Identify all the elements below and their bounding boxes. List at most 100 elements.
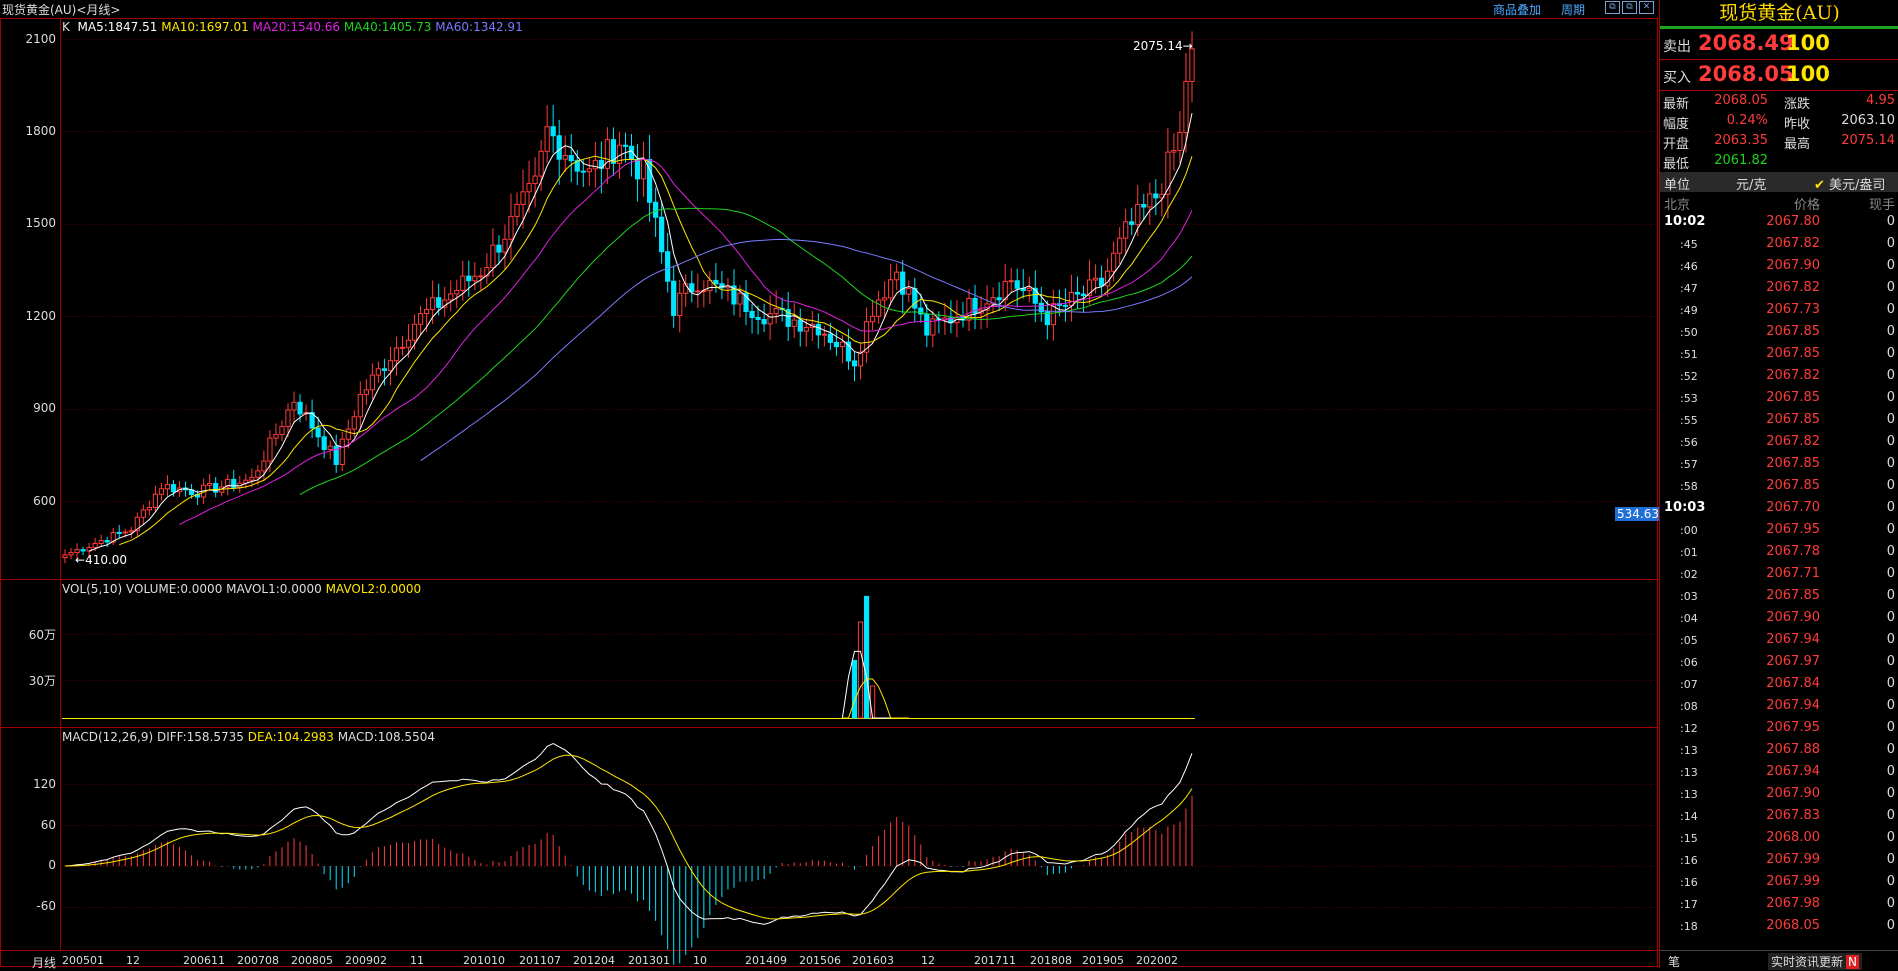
ma-lines-layer xyxy=(88,112,1193,552)
tick-volume: 0 xyxy=(1886,324,1895,339)
tick-time: :02 xyxy=(1680,568,1698,581)
news-update-button[interactable]: 实时资讯更新 N xyxy=(1768,953,1862,970)
candle-body xyxy=(1074,291,1081,295)
tick-time: :15 xyxy=(1680,832,1698,845)
candle-body xyxy=(707,279,713,292)
y-tick-600: 600 xyxy=(33,494,56,508)
candle-body xyxy=(351,416,357,430)
x-axis-label: 201711 xyxy=(974,954,1016,967)
stat-label-open: 开盘 xyxy=(1663,137,1690,152)
candle-body xyxy=(1080,293,1087,297)
tick-volume: 0 xyxy=(1886,720,1895,735)
tick-price: 2067.85 xyxy=(1766,588,1820,603)
tick-volume: 0 xyxy=(1886,896,1895,911)
macd-layer xyxy=(64,742,1193,965)
macd-title: MACD(12,26,9) xyxy=(62,730,154,744)
candle-body xyxy=(327,445,333,450)
tick-price: 2067.85 xyxy=(1766,390,1820,405)
candle-body xyxy=(1098,277,1105,287)
x-axis-label: 201506 xyxy=(799,954,841,967)
vol-value: VOLUME:0.0000 xyxy=(126,582,223,596)
tick-price: 2068.05 xyxy=(1766,918,1820,933)
candle-body xyxy=(1177,132,1183,151)
tick-price: 2067.71 xyxy=(1766,566,1820,581)
quote-side-panel: 现货黄金(AU) 卖出 2068.49 100 买入 2068.05 100 最… xyxy=(1659,0,1898,970)
tick-price: 2067.95 xyxy=(1766,720,1820,735)
sell-row: 卖出 2068.49 100 xyxy=(1660,30,1898,58)
tick-time: :50 xyxy=(1680,326,1698,339)
candle-body xyxy=(815,323,821,336)
currency-option[interactable]: ✔ 美元/盎司 xyxy=(1814,174,1885,193)
stat-value-open: 2063.35 xyxy=(1714,133,1768,148)
candle-body xyxy=(285,409,291,427)
chart-canvas[interactable] xyxy=(0,0,1659,968)
x-axis-label: 201409 xyxy=(745,954,787,967)
y-tick-900: 900 xyxy=(33,401,56,415)
candle-body xyxy=(1092,277,1099,281)
candle-body xyxy=(122,531,128,534)
tick-row: :51 2067.85 0 xyxy=(1660,346,1898,368)
tick-time: :06 xyxy=(1680,656,1698,669)
tick-volume: 0 xyxy=(1886,522,1895,537)
candle-body xyxy=(405,339,412,348)
stat-label-low: 最低 xyxy=(1663,157,1690,172)
tick-row: :52 2067.82 0 xyxy=(1660,368,1898,390)
tick-volume: 0 xyxy=(1886,236,1895,251)
candle-body xyxy=(393,347,400,362)
volume-bar xyxy=(863,595,870,719)
tick-price: 2067.90 xyxy=(1766,258,1820,273)
vol-tick-30w: 30万 xyxy=(28,674,56,688)
side-footer: 笔 实时资讯更新 N xyxy=(1660,950,1898,970)
candle-body xyxy=(671,280,677,316)
candle-body xyxy=(761,318,767,325)
volume-layer xyxy=(62,595,1195,719)
x-axis-label: 201204 xyxy=(573,954,615,967)
y-tick-1500: 1500 xyxy=(25,216,56,230)
candle-body xyxy=(749,310,755,318)
candle-body xyxy=(1189,48,1195,82)
candle-body xyxy=(755,316,761,320)
tick-time: :14 xyxy=(1680,810,1698,823)
candle-body xyxy=(875,299,882,317)
candle-body xyxy=(369,374,375,391)
stat-label-change: 涨跌 xyxy=(1784,97,1811,112)
tick-price: 2067.99 xyxy=(1766,874,1820,889)
tick-volume: 0 xyxy=(1886,830,1895,845)
candle-body xyxy=(116,531,122,534)
x-axis-label: 200708 xyxy=(237,954,279,967)
tick-row: :13 2067.94 0 xyxy=(1660,764,1898,786)
candle-body xyxy=(1147,193,1153,208)
check-icon: ✔ xyxy=(1814,178,1825,193)
unit-value[interactable]: 元/克 xyxy=(1736,174,1766,193)
tick-volume: 0 xyxy=(1886,302,1895,317)
candle-body xyxy=(653,201,659,218)
tick-time: 10:03 xyxy=(1664,500,1706,515)
tick-time: :46 xyxy=(1680,260,1698,273)
tick-price: 2067.94 xyxy=(1766,632,1820,647)
candle-body xyxy=(478,275,484,278)
candle-body xyxy=(1141,204,1147,208)
tick-time: 10:02 xyxy=(1664,214,1706,229)
candle-body xyxy=(544,126,550,152)
candle-body xyxy=(472,275,478,282)
candle-body xyxy=(411,323,418,341)
tick-time: :05 xyxy=(1680,634,1698,647)
candle-body xyxy=(496,244,502,253)
candle-body xyxy=(797,319,803,332)
y-tick-2100: 2100 xyxy=(25,32,56,46)
candle-body xyxy=(267,437,273,462)
candle-body xyxy=(1068,291,1075,306)
x-axis-label: 200611 xyxy=(183,954,225,967)
candle-body xyxy=(375,368,382,376)
candle-body xyxy=(62,554,68,559)
vol-title: VOL(5,10) xyxy=(62,582,123,596)
tick-time: :52 xyxy=(1680,370,1698,383)
candle-body xyxy=(502,238,508,253)
candle-body xyxy=(737,292,743,305)
buy-label: 买入 xyxy=(1663,70,1691,86)
period-label[interactable]: 月线 xyxy=(32,954,56,971)
macd-tick-120: 120 xyxy=(33,777,56,791)
tick-price: 2067.85 xyxy=(1766,456,1820,471)
tick-row: :08 2067.94 0 xyxy=(1660,698,1898,720)
dea-line xyxy=(64,754,1193,920)
